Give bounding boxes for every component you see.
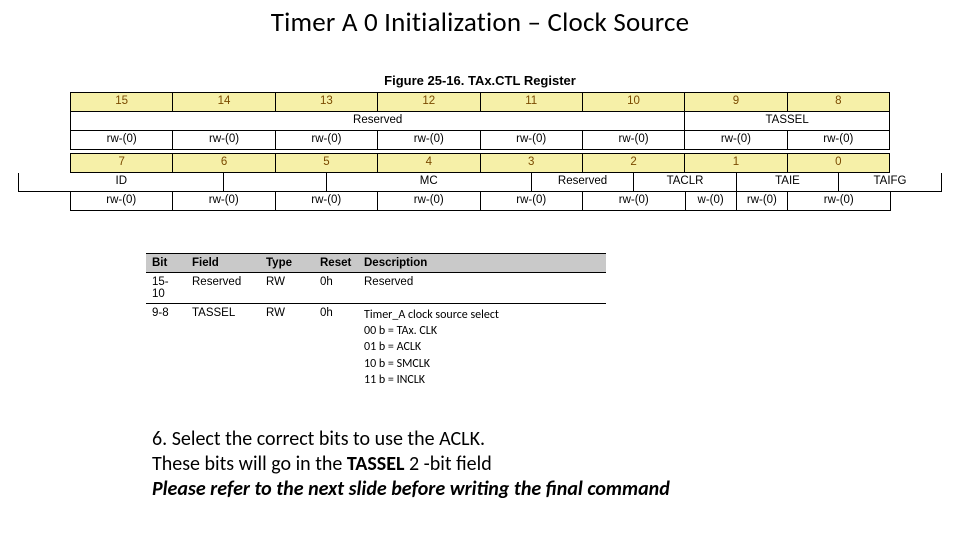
instruction-line: Please refer to the next slide before wr… xyxy=(152,477,872,502)
instruction-line: These bits will go in the TASSEL 2 -bit … xyxy=(152,452,872,477)
rw-row-hi: rw-(0)rw-(0)rw-(0)rw-(0) rw-(0)rw-(0)rw-… xyxy=(71,131,890,150)
bit-row-lo: 7654 3210 xyxy=(71,154,890,173)
field-reserved-lo: Reserved xyxy=(531,173,634,192)
field-description-table: Bit Field Type Reset Description 15-10 R… xyxy=(146,253,606,391)
field-tassel: TASSEL xyxy=(685,112,890,131)
rw-row-lo: rw-(0)rw-(0)rw-(0)rw-(0) rw-(0)rw-(0)w-(… xyxy=(70,192,890,211)
instruction-line: 6. Select the correct bits to use the AC… xyxy=(152,427,872,452)
field-mc: MC xyxy=(326,173,531,192)
figure-caption: Figure 25-16. TAx.CTL Register xyxy=(0,73,960,88)
desc-opt: 10 b = SMCLK xyxy=(364,356,600,372)
desc-head: Timer_A clock source select xyxy=(364,307,600,323)
register-table-lo-rw: rw-(0)rw-(0)rw-(0)rw-(0) rw-(0)rw-(0)w-(… xyxy=(70,192,891,211)
table-header-row: Bit Field Type Reset Description xyxy=(146,254,606,273)
desc-opt: 00 b = TAx. CLK xyxy=(364,323,600,339)
field-taclr: TACLR xyxy=(634,173,737,192)
register-table-lo-names: ID MC Reserved TACLR TAIE TAIFG xyxy=(18,173,942,192)
field-id: ID xyxy=(19,173,224,192)
field-row-hi: Reserved TASSEL xyxy=(71,112,890,131)
desc-opt: 11 b = INCLK xyxy=(364,372,600,388)
instruction-block: 6. Select the correct bits to use the AC… xyxy=(152,427,872,502)
slide-title: Timer A 0 Initialization – Clock Source xyxy=(0,6,960,39)
field-taifg: TAIFG xyxy=(839,173,942,192)
desc-opt: 01 b = ACLK xyxy=(364,339,600,355)
field-reserved-hi: Reserved xyxy=(71,112,685,131)
table-row: 15-10 Reserved RW 0h Reserved xyxy=(146,273,606,304)
bit-row-hi: 15141312 111098 xyxy=(71,93,890,112)
field-taie: TAIE xyxy=(736,173,839,192)
register-table: 15141312 111098 Reserved TASSEL rw-(0)rw… xyxy=(70,92,890,173)
table-row: 9-8 TASSEL RW 0h Timer_A clock source se… xyxy=(146,304,606,391)
